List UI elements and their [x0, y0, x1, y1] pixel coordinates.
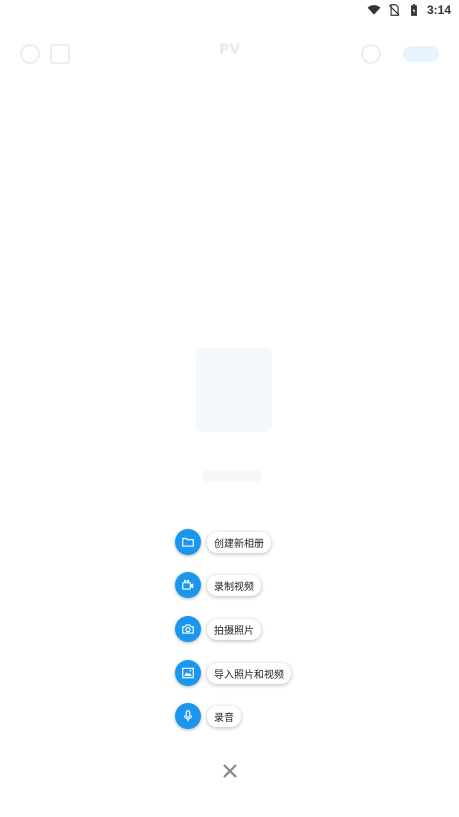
create-album-button[interactable]: [175, 529, 201, 555]
battery-icon: [411, 4, 417, 16]
video-camera-icon: [182, 579, 194, 590]
create-album-option[interactable]: 创建新相册: [175, 528, 271, 556]
create-album-label[interactable]: 创建新相册: [207, 531, 271, 553]
camera-icon: [182, 624, 194, 634]
status-bar: 3:14: [0, 0, 459, 20]
empty-state-label: [202, 470, 262, 482]
search-icon: [361, 44, 381, 64]
background-toolbar: PV: [0, 32, 459, 72]
microphone-icon: [183, 710, 193, 722]
import-media-label[interactable]: 导入照片和视频: [207, 662, 291, 684]
record-audio-label[interactable]: 录音: [207, 705, 241, 727]
import-media-button[interactable]: [175, 660, 201, 686]
status-time: 3:14: [426, 3, 451, 17]
image-import-icon: [182, 667, 194, 679]
wifi-icon: [367, 5, 381, 15]
take-photo-label[interactable]: 拍摄照片: [207, 618, 261, 640]
record-video-label[interactable]: 录制视频: [207, 574, 261, 596]
record-audio-button[interactable]: [175, 703, 201, 729]
record-video-option[interactable]: 录制视频: [175, 571, 261, 599]
background-title: PV: [218, 42, 241, 58]
record-audio-option[interactable]: 录音: [175, 702, 241, 730]
folder-icon: [182, 537, 194, 547]
import-media-option[interactable]: 导入照片和视频: [175, 659, 291, 687]
empty-album-illustration: [196, 348, 272, 432]
take-photo-button[interactable]: [175, 616, 201, 642]
record-video-button[interactable]: [175, 572, 201, 598]
close-button[interactable]: [219, 760, 241, 782]
background-pill: [403, 46, 439, 62]
no-sim-icon: [388, 4, 400, 16]
background-app: PV: [0, 20, 459, 817]
take-photo-option[interactable]: 拍摄照片: [175, 615, 261, 643]
status-bar-right: 3:14: [367, 2, 451, 18]
close-icon: [223, 764, 237, 778]
